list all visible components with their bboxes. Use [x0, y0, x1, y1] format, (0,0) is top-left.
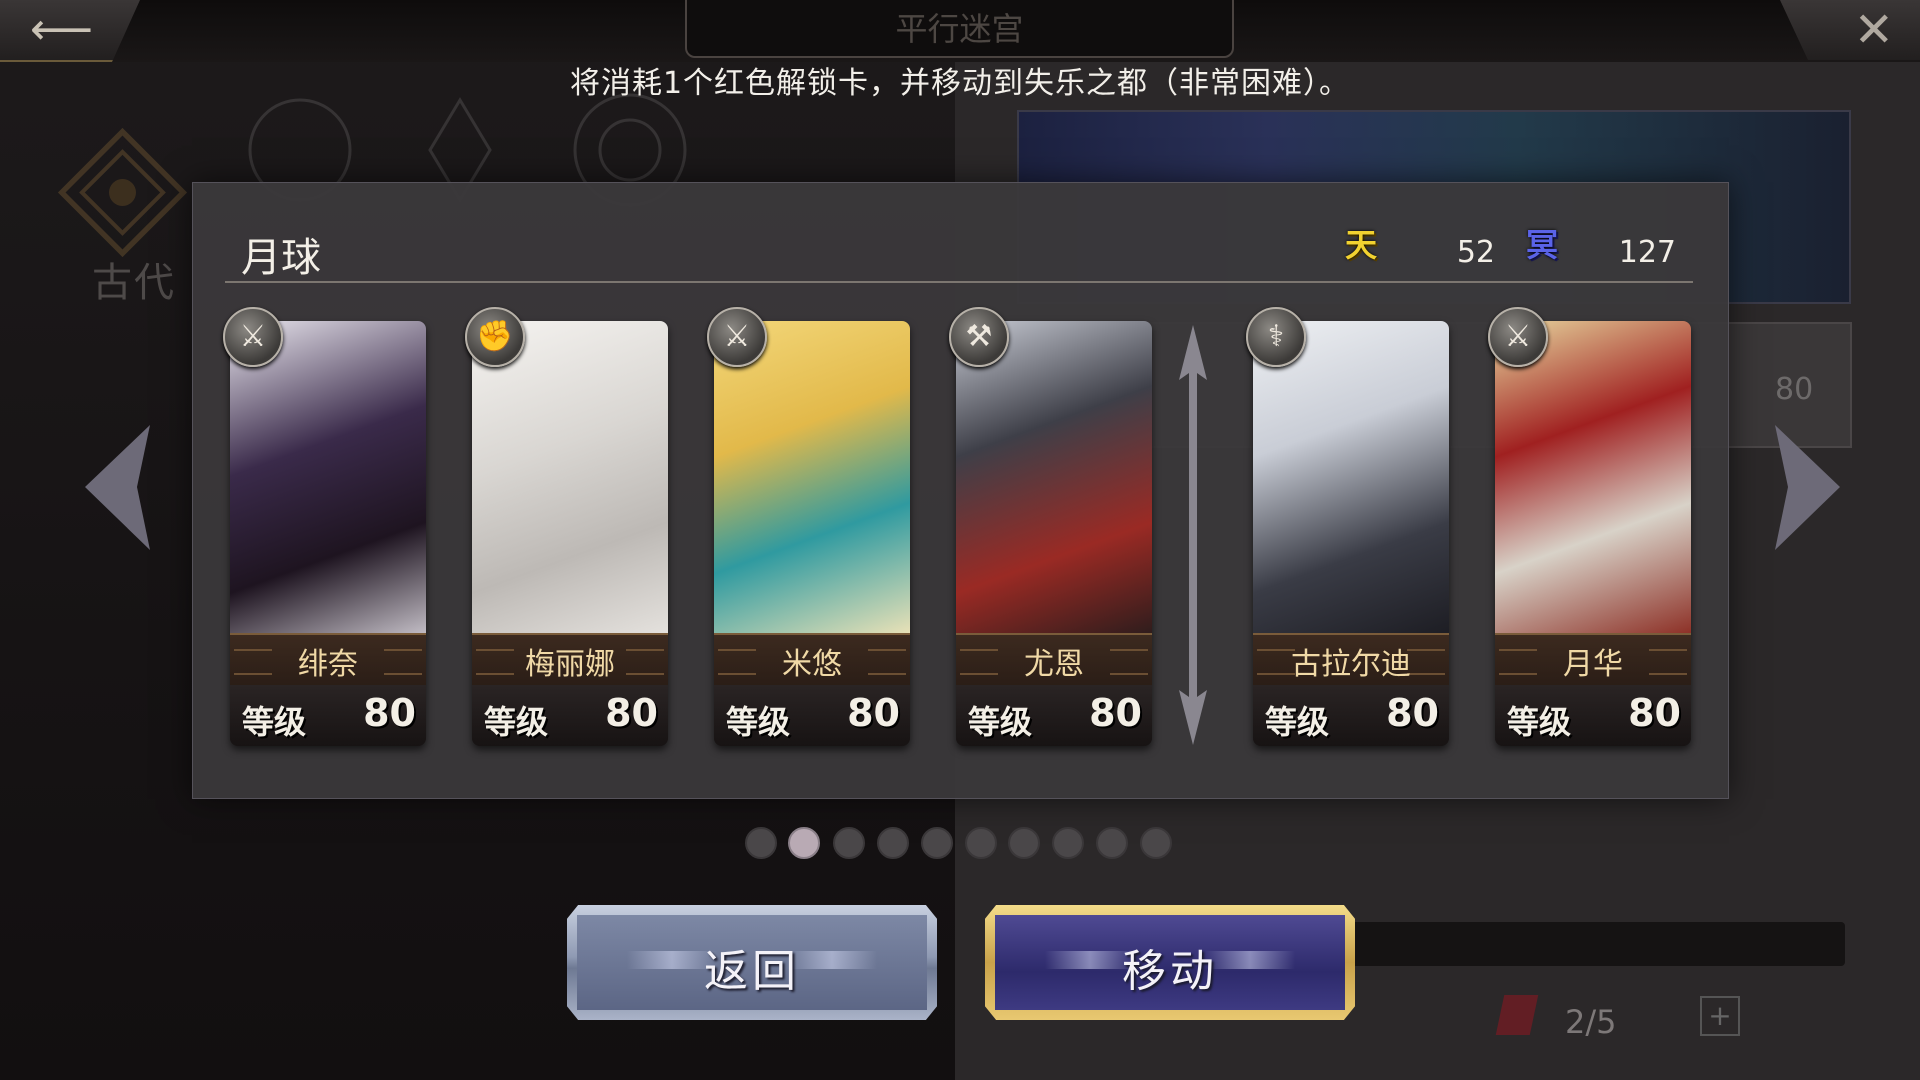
character-name: 尤恩: [1024, 647, 1084, 682]
era-label[interactable]: 古代: [92, 250, 176, 308]
sword-icon: ⚔: [707, 307, 767, 367]
character-portrait: [1495, 321, 1691, 639]
character-name: 绯奈: [298, 647, 358, 682]
level-value: 80: [605, 691, 658, 735]
party-dialog: 月球 天 52 冥 127 绯奈 等级 80 ⚔ 梅丽娜 等级 80 ✊ 米悠 …: [192, 182, 1729, 799]
character-card[interactable]: 古拉尔迪 等级 80: [1253, 321, 1449, 746]
page-dot[interactable]: [921, 827, 953, 859]
fist-icon: ✊: [465, 307, 525, 367]
swap-divider-arrow-icon: [1179, 325, 1207, 745]
page-dot[interactable]: [965, 827, 997, 859]
right-level-value: 80: [1775, 372, 1814, 407]
character-card[interactable]: 尤恩 等级 80: [956, 321, 1152, 746]
return-button[interactable]: 返回: [567, 905, 937, 1020]
staff-icon: ⚕: [1246, 307, 1306, 367]
unlock-card-count: 2/5: [1565, 1003, 1617, 1041]
character-portrait: [956, 321, 1152, 639]
character-portrait: [230, 321, 426, 639]
page-dot[interactable]: [1096, 827, 1128, 859]
page-dot[interactable]: [833, 827, 865, 859]
character-card[interactable]: 绯奈 等级 80: [230, 321, 426, 746]
page-dot[interactable]: [1140, 827, 1172, 859]
character-portrait: [1253, 321, 1449, 639]
level-label: 等级: [484, 703, 549, 741]
hammer-icon: ⚒: [949, 307, 1009, 367]
move-button-label: 移动: [1122, 946, 1218, 997]
level-label: 等级: [1507, 703, 1572, 741]
character-name: 米悠: [782, 647, 842, 682]
return-button-label: 返回: [704, 946, 800, 997]
character-card[interactable]: 梅丽娜 等级 80: [472, 321, 668, 746]
era-emblem-icon: [57, 127, 188, 258]
party-name: 月球: [241, 235, 321, 281]
next-party-arrow[interactable]: [1770, 425, 1840, 550]
page-dot[interactable]: [877, 827, 909, 859]
character-name: 古拉尔迪: [1291, 647, 1411, 682]
right-progress-bar: [1350, 922, 1845, 966]
sky-attribute-value: 52: [1456, 235, 1495, 270]
level-value: 80: [1628, 691, 1681, 735]
level-value: 80: [363, 691, 416, 735]
level-label: 等级: [242, 703, 307, 741]
page-dot[interactable]: [1008, 827, 1040, 859]
dialog-divider: [225, 281, 1693, 283]
level-label: 等级: [1265, 703, 1330, 741]
add-card-button[interactable]: +: [1700, 996, 1740, 1036]
dark-attribute-value: 127: [1618, 235, 1676, 270]
character-name: 月华: [1563, 647, 1623, 682]
back-arrow-icon: ⟵: [30, 4, 94, 55]
sword-icon: ⚔: [223, 307, 283, 367]
page-dot-active[interactable]: [788, 827, 820, 859]
sky-attribute-icon: 天: [1344, 226, 1377, 264]
level-value: 80: [847, 691, 900, 735]
confirm-notice: 将消耗1个红色解锁卡，并移动到失乐之都（非常困难）。: [569, 66, 1351, 101]
character-portrait: [472, 321, 668, 639]
level-label: 等级: [726, 703, 791, 741]
katana-icon: ⚔: [1488, 307, 1548, 367]
character-card[interactable]: 月华 等级 80: [1495, 321, 1691, 746]
level-value: 80: [1386, 691, 1439, 735]
page-dot[interactable]: [1052, 827, 1084, 859]
title-plate: 平行迷宫: [685, 0, 1234, 58]
level-label: 等级: [968, 703, 1033, 741]
previous-party-arrow[interactable]: [85, 425, 155, 550]
character-name: 梅丽娜: [525, 647, 615, 682]
close-icon: ✕: [1853, 2, 1894, 58]
character-card[interactable]: 米悠 等级 80: [714, 321, 910, 746]
level-value: 80: [1089, 691, 1142, 735]
move-button[interactable]: 移动: [985, 905, 1355, 1020]
character-portrait: [714, 321, 910, 639]
dark-attribute-icon: 冥: [1525, 226, 1558, 264]
page-dot[interactable]: [745, 827, 777, 859]
screen-title: 平行迷宫: [895, 10, 1024, 48]
